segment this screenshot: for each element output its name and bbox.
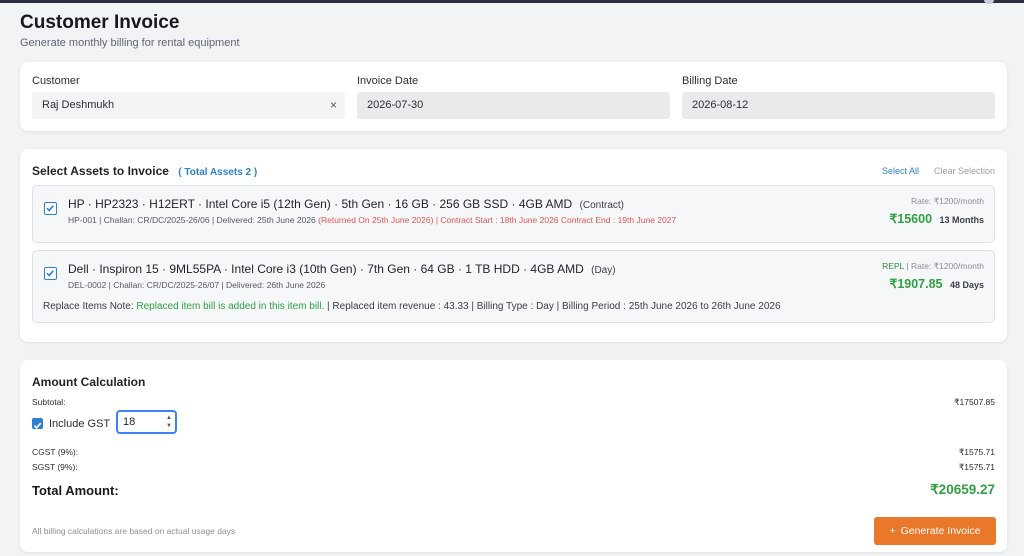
- invoice-date-field[interactable]: 2026-07-30: [357, 92, 670, 119]
- invoice-form-card: Customer Raj Deshmukh × Invoice Date 202…: [20, 62, 1007, 131]
- page-subtitle: Generate monthly billing for rental equi…: [20, 37, 240, 49]
- billing-footnote: All billing calculations are based on ac…: [32, 526, 236, 536]
- asset-name: Dell · Inspiron 15 · 9ML55PA · Intel Cor…: [68, 262, 616, 276]
- checkbox-checked-icon[interactable]: [44, 202, 57, 215]
- asset-item[interactable]: Dell · Inspiron 15 · 9ML55PA · Intel Cor…: [32, 250, 995, 323]
- generate-invoice-label: Generate Invoice: [900, 525, 981, 537]
- customer-select[interactable]: Raj Deshmukh ×: [32, 92, 345, 119]
- checkbox-checked-icon[interactable]: [44, 267, 57, 280]
- replace-note-row: Replace Items Note: Replaced item bill i…: [43, 301, 781, 312]
- total-amount-label: Total Amount:: [32, 483, 119, 498]
- asset-type: (Day): [591, 265, 616, 276]
- subtotal-label: Subtotal:: [32, 397, 66, 407]
- billing-date-label: Billing Date: [682, 75, 738, 87]
- asset-item[interactable]: HP · HP2323 · H12ERT · Intel Core i5 (12…: [32, 185, 995, 243]
- billing-date-field[interactable]: 2026-08-12: [682, 92, 995, 119]
- gst-checkbox[interactable]: [32, 418, 43, 429]
- assets-card: Select Assets to Invoice ( Total Assets …: [20, 149, 1007, 342]
- cgst-label: CGST (9%):: [32, 447, 79, 457]
- asset-meta: HP-001 | Challan: CR/DC/2025-26/06 | Del…: [68, 215, 676, 225]
- asset-price: ₹15600: [889, 212, 933, 226]
- replacement-tag: REPL: [882, 261, 905, 271]
- asset-duration: 48 Days: [949, 280, 984, 290]
- asset-price-block: ₹1907.85 48 Days: [889, 275, 984, 293]
- asset-meta: DEL-0002 | Challan: CR/DC/2025-26/07 | D…: [68, 280, 326, 290]
- asset-rate: Rate: ₹1200/month: [911, 196, 984, 206]
- asset-type: (Contract): [579, 200, 625, 211]
- amount-card: Amount Calculation Subtotal: ₹17507.85 I…: [20, 360, 1007, 552]
- customer-label: Customer: [32, 75, 80, 87]
- asset-name-text: HP · HP2323 · H12ERT · Intel Core i5 (12…: [68, 197, 573, 211]
- asset-name: HP · HP2323 · H12ERT · Intel Core i5 (12…: [68, 197, 624, 211]
- stepper-icon[interactable]: ▲ ▼: [166, 414, 172, 430]
- customer-value: Raj Deshmukh: [42, 99, 115, 111]
- cgst-value: ₹1575.71: [958, 447, 995, 457]
- page-title: Customer Invoice: [20, 12, 180, 33]
- asset-price-block: ₹15600 13 Months: [889, 210, 984, 228]
- total-assets-count: ( Total Assets 2 ): [178, 167, 258, 178]
- replace-note-value: Replaced item bill is added in this item…: [136, 301, 325, 312]
- assets-heading-text: Select Assets to Invoice: [32, 164, 169, 178]
- billing-date-value: 2026-08-12: [692, 99, 749, 111]
- asset-rate: | Rate: ₹1200/month: [906, 261, 984, 271]
- replace-note-label: Replace Items Note:: [43, 301, 134, 312]
- asset-rate-block: REPL | Rate: ₹1200/month: [882, 261, 984, 272]
- sgst-label: SGST (9%):: [32, 462, 78, 472]
- profile-indicator: [984, 0, 994, 4]
- gst-checkbox-label[interactable]: Include GST: [49, 418, 110, 430]
- amount-heading: Amount Calculation: [32, 375, 146, 389]
- replace-note-details: | Replaced item revenue : 43.33 | Billin…: [327, 301, 781, 312]
- subtotal-value: ₹17507.85: [954, 397, 995, 407]
- asset-price: ₹1907.85: [889, 277, 943, 291]
- assets-heading: Select Assets to Invoice ( Total Assets …: [32, 164, 257, 178]
- invoice-date-value: 2026-07-30: [367, 99, 424, 111]
- generate-invoice-button[interactable]: + Generate Invoice: [874, 517, 996, 545]
- sgst-value: ₹1575.71: [958, 462, 995, 472]
- gst-rate-input[interactable]: 18 ▲ ▼: [116, 410, 177, 434]
- gst-rate-value: 18: [123, 416, 136, 428]
- clear-selection-button[interactable]: Clear Selection: [934, 166, 995, 176]
- asset-returned-note: (Returned On 25th June 2026): [318, 215, 434, 225]
- invoice-date-label: Invoice Date: [357, 75, 419, 87]
- close-icon[interactable]: ×: [330, 98, 337, 112]
- select-all-button[interactable]: Select All: [882, 166, 919, 176]
- asset-duration: 13 Months: [939, 215, 984, 225]
- window-top-bar: [0, 0, 1024, 3]
- asset-name-text: Dell · Inspiron 15 · 9ML55PA · Intel Cor…: [68, 262, 584, 276]
- total-amount-value: ₹20659.27: [930, 482, 995, 497]
- asset-contract-period: | Contract Start : 18th June 2026 Contra…: [435, 215, 677, 225]
- asset-meta-text: HP-001 | Challan: CR/DC/2025-26/06 | Del…: [68, 215, 316, 225]
- plus-icon: +: [889, 525, 896, 537]
